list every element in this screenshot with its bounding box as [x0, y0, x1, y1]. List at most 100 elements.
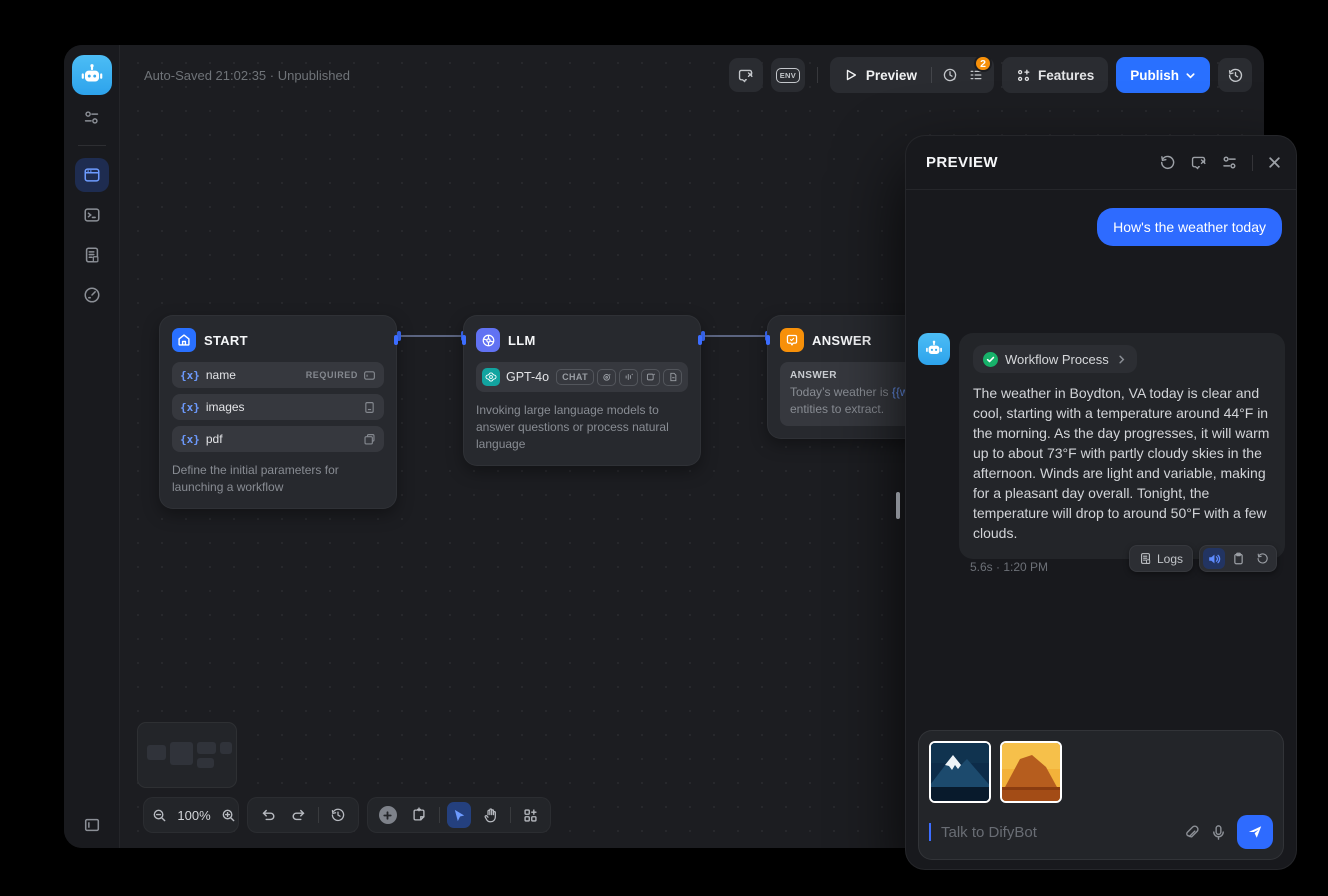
workflow-settings-icon[interactable] — [83, 109, 100, 131]
minimap[interactable] — [137, 722, 237, 788]
llm-node-header: LLM — [476, 328, 688, 352]
required-badge: REQUIRED — [306, 370, 358, 380]
sidebar-item-monitoring[interactable] — [75, 278, 109, 312]
checklist-button[interactable]: 2 — [968, 67, 984, 83]
attachment-image-mountain-sunset[interactable] — [1000, 741, 1062, 803]
microphone-icon — [1210, 824, 1227, 841]
mountain-night-image — [931, 743, 989, 801]
pointer-mode-button[interactable] — [447, 802, 470, 828]
features-button[interactable]: Features — [1002, 57, 1108, 93]
run-history-button[interactable] — [942, 67, 958, 83]
start-output-port[interactable] — [394, 335, 398, 345]
llm-icon — [476, 328, 500, 352]
zoom-out-button[interactable] — [152, 802, 167, 828]
close-preview-button[interactable] — [1267, 155, 1282, 170]
collapse-sidebar-button[interactable] — [64, 816, 120, 834]
redo-icon — [291, 807, 307, 823]
preview-run-button[interactable]: Preview — [840, 68, 921, 83]
edit-toolbar — [367, 797, 551, 833]
variable-icon: {x} — [180, 369, 200, 382]
home-icon — [172, 328, 196, 352]
send-button[interactable] — [1237, 815, 1273, 849]
zoom-in-icon — [221, 808, 236, 823]
app-logo-avatar[interactable] — [72, 55, 112, 95]
attach-file-button[interactable] — [1183, 824, 1200, 841]
env-icon: ENV — [776, 68, 800, 83]
sidebar-divider — [78, 145, 106, 146]
sidebar-item-orchestrate[interactable] — [75, 158, 109, 192]
copy-button[interactable] — [1227, 548, 1249, 569]
features-grid-icon — [1016, 68, 1031, 83]
clock-history-icon — [330, 807, 346, 823]
variable-icon: {x} — [180, 433, 200, 446]
robot-icon — [924, 339, 944, 359]
group-divider — [931, 67, 932, 83]
screen: Auto-Saved 21:02:35 · Unpublished ENV Pr… — [0, 0, 1328, 896]
image-capability-icon — [641, 369, 660, 386]
env-variables-button[interactable]: ENV — [771, 58, 805, 92]
paperclip-icon — [1183, 824, 1200, 841]
node-llm[interactable]: LLM GPT-4o CHAT — [463, 315, 701, 466]
variable-name: images — [206, 400, 245, 414]
note-icon — [411, 807, 427, 823]
preview-header: PREVIEW — [906, 136, 1296, 190]
organize-nodes-button[interactable] — [519, 802, 542, 828]
llm-output-port[interactable] — [698, 335, 702, 345]
llm-input-port[interactable] — [462, 335, 466, 345]
publish-label: Publish — [1130, 68, 1179, 83]
voice-input-button[interactable] — [1210, 824, 1227, 841]
refresh-icon — [1159, 154, 1176, 171]
sliders-icon — [1221, 154, 1238, 171]
clear-conversation-button[interactable] — [1190, 154, 1207, 171]
close-icon — [1267, 155, 1282, 170]
bot-message-text: The weather in Boydton, VA today is clea… — [973, 383, 1271, 543]
regenerate-button[interactable] — [1251, 548, 1273, 569]
toolbar-divider — [510, 807, 511, 823]
version-history-button[interactable] — [1218, 58, 1252, 92]
hand-mode-button[interactable] — [479, 802, 502, 828]
publish-button[interactable]: Publish — [1116, 57, 1210, 93]
attachment-image-mountain-night[interactable] — [929, 741, 991, 803]
restart-conversation-button[interactable] — [1159, 154, 1176, 171]
chat-input[interactable] — [941, 824, 1173, 841]
redo-button[interactable] — [287, 802, 310, 828]
start-var-row-pdf[interactable]: {x} pdf — [172, 426, 384, 452]
start-var-row-images[interactable]: {x} images — [172, 394, 384, 420]
zoom-in-button[interactable] — [221, 802, 236, 828]
success-check-icon — [983, 352, 998, 367]
view-history-button[interactable] — [327, 802, 350, 828]
add-node-button[interactable] — [376, 802, 399, 828]
start-var-row-name[interactable]: {x} name REQUIRED — [172, 362, 384, 388]
sidebar-item-logs[interactable] — [75, 238, 109, 272]
logs-icon — [83, 246, 101, 264]
logs-button[interactable]: Logs — [1129, 545, 1193, 572]
regenerate-icon — [1256, 552, 1269, 565]
conversation-settings-button[interactable] — [1221, 154, 1238, 171]
attachment-thumbnails — [929, 741, 1273, 803]
chat-x-icon — [737, 67, 754, 84]
bot-message-card: Workflow Process The weather in Boydton,… — [959, 333, 1285, 559]
model-capability-tags: CHAT — [556, 369, 682, 386]
annotation-toggle-button[interactable] — [729, 58, 763, 92]
user-message-bubble[interactable]: How's the weather today — [1097, 208, 1282, 246]
features-label: Features — [1038, 68, 1094, 83]
preview-label: Preview — [866, 68, 917, 83]
answer-input-port[interactable] — [766, 335, 770, 345]
topbar-actions: ENV Preview 2 — [729, 57, 1252, 93]
toolbar-divider — [439, 807, 440, 823]
sidebar-item-api[interactable] — [75, 198, 109, 232]
node-start[interactable]: START {x} name REQUIRED {x} images {x} p… — [159, 315, 397, 509]
zoom-level[interactable]: 100% — [175, 808, 213, 823]
terminal-icon — [83, 206, 101, 224]
variable-name: name — [206, 368, 236, 382]
canvas-scrollbar[interactable] — [896, 492, 900, 519]
start-node-title: START — [204, 333, 248, 348]
llm-model-selector[interactable]: GPT-4o CHAT — [476, 362, 688, 392]
openai-icon — [482, 368, 500, 386]
undo-button[interactable] — [256, 802, 279, 828]
start-node-description: Define the initial parameters for launch… — [172, 462, 384, 496]
workflow-process-toggle[interactable]: Workflow Process — [973, 345, 1137, 373]
zoom-out-icon — [152, 808, 167, 823]
text-to-speech-button[interactable] — [1203, 548, 1225, 569]
add-note-button[interactable] — [407, 802, 430, 828]
